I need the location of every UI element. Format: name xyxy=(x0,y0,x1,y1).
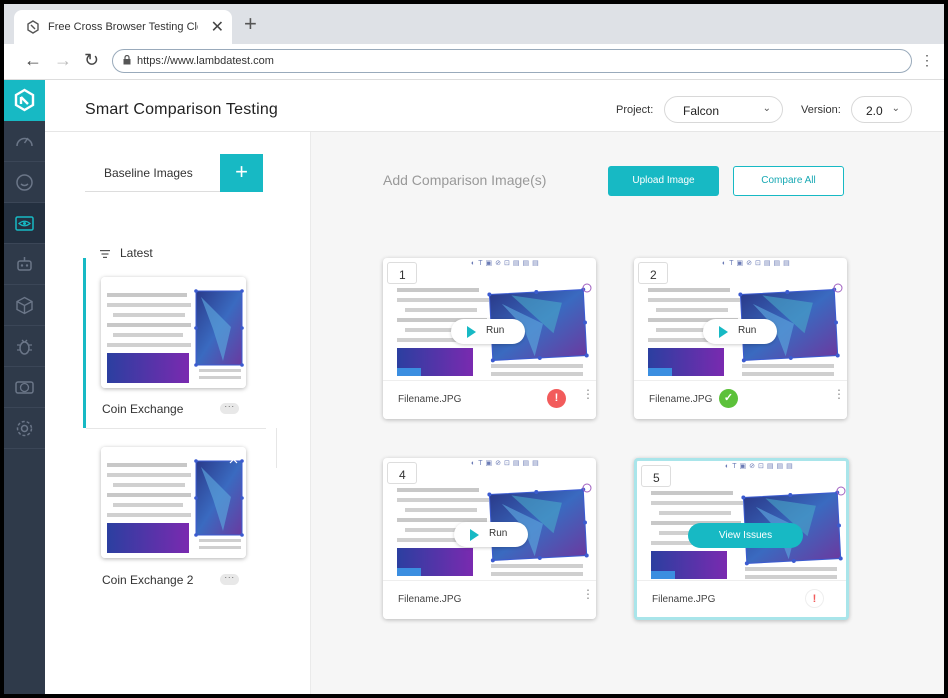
card-number: 5 xyxy=(653,471,660,485)
browser-toolbar: ← → ↻ https://www.lambdatest.com ⋮ xyxy=(4,44,944,80)
gear-icon[interactable] xyxy=(4,408,45,449)
kebab-menu-icon[interactable]: ⋮ xyxy=(833,388,845,400)
compare-all-button[interactable]: Compare All xyxy=(733,166,844,196)
run-label: Run xyxy=(738,325,757,336)
smile-icon[interactable] xyxy=(4,162,45,203)
close-icon[interactable] xyxy=(229,455,238,464)
kebab-menu-icon[interactable]: ⋮ xyxy=(582,388,594,400)
compare-icon[interactable] xyxy=(4,367,45,408)
app-sidebar xyxy=(4,80,45,694)
filename: Filename.JPG xyxy=(649,394,713,405)
tab-title: Free Cross Browser Testing Clou xyxy=(48,21,198,33)
baseline-thumbnail[interactable] xyxy=(101,277,246,388)
card-number: 4 xyxy=(399,468,406,482)
version-value: 2.0 xyxy=(866,104,883,118)
card-number-tab: 1 xyxy=(387,262,417,284)
view-issues-button[interactable]: View Issues xyxy=(688,523,803,548)
warning-status-icon: ! xyxy=(805,589,824,608)
card-number: 1 xyxy=(399,268,406,282)
baseline-name: Coin Exchange 2 xyxy=(102,573,194,587)
url-text: https://www.lambdatest.com xyxy=(137,55,274,67)
tab-close-icon[interactable]: ✕ xyxy=(211,17,224,37)
sort-label: Latest xyxy=(120,246,153,260)
version-label: Version: xyxy=(801,104,841,116)
error-status-icon: ! xyxy=(547,389,566,408)
play-icon xyxy=(470,529,479,541)
version-select[interactable]: 2.0 ⌄ xyxy=(851,96,912,123)
baseline-panel: Baseline Images + Latest Coin Exchange ·… xyxy=(45,132,311,694)
project-label: Project: xyxy=(616,104,654,116)
selected-indicator xyxy=(83,258,86,428)
new-tab-icon[interactable]: + xyxy=(244,11,257,37)
baseline-name: Coin Exchange xyxy=(102,402,184,416)
logo-icon[interactable] xyxy=(4,80,45,121)
kebab-menu-icon[interactable]: ⋮ xyxy=(582,588,594,600)
more-options-button[interactable]: ··· xyxy=(220,573,239,585)
divider xyxy=(276,428,277,468)
robot-icon[interactable] xyxy=(4,244,45,285)
project-select[interactable]: Falcon ⌄ xyxy=(664,96,783,123)
lambdatest-favicon-icon xyxy=(27,20,39,34)
sort-icon xyxy=(100,249,110,258)
browser-tab[interactable]: Free Cross Browser Testing Clou ✕ xyxy=(14,10,232,44)
speedometer-icon[interactable] xyxy=(4,121,45,162)
play-icon xyxy=(719,326,728,338)
card-number-tab: 2 xyxy=(638,262,668,284)
back-icon[interactable]: ← xyxy=(24,50,42,71)
annotation-toolbar-icon[interactable]: ◐T▣⊘⊡▤▤▤ xyxy=(725,462,796,472)
page-header: Smart Comparison Testing Project: Falcon… xyxy=(45,80,944,132)
baseline-images-header: Baseline Images xyxy=(85,154,221,192)
filename: Filename.JPG xyxy=(398,394,462,405)
comparison-card[interactable]: 2 ◐T▣⊘⊡▤▤▤ Run Filename.JPG ✓ ⋮ xyxy=(634,258,847,419)
run-button[interactable]: Run xyxy=(703,319,777,344)
run-label: Run xyxy=(489,528,508,539)
card-number-tab: 4 xyxy=(387,462,417,484)
upload-image-button[interactable]: Upload Image xyxy=(608,166,719,196)
comparison-card[interactable]: 4 ◐T▣⊘⊡▤▤▤ Run Filename.JPG ⋮ xyxy=(383,458,596,619)
annotation-toolbar-icon[interactable]: ◐T▣⊘⊡▤▤▤ xyxy=(471,459,542,469)
run-button[interactable]: Run xyxy=(454,522,528,547)
card-number-tab: 5 xyxy=(641,465,671,487)
card-footer: Filename.JPG ! ⋮ xyxy=(383,380,596,419)
comparison-area: Add Comparison Image(s) Upload Image Com… xyxy=(311,132,944,694)
card-number: 2 xyxy=(650,268,657,282)
run-label: Run xyxy=(486,325,505,336)
browser-menu-icon[interactable]: ⋮ xyxy=(920,52,934,69)
more-options-button[interactable]: ··· xyxy=(220,402,239,414)
filename: Filename.JPG xyxy=(652,594,716,605)
annotation-toolbar-icon[interactable]: ◐T▣⊘⊡▤▤▤ xyxy=(722,259,793,269)
add-comparison-label: Add Comparison Image(s) xyxy=(383,172,547,188)
filename: Filename.JPG xyxy=(398,594,462,605)
app-window: Free Cross Browser Testing Clou ✕ + ← → … xyxy=(4,4,944,694)
card-footer: Filename.JPG ⋮ xyxy=(383,580,596,619)
baseline-thumbnail[interactable] xyxy=(101,447,246,558)
chevron-down-icon: ⌄ xyxy=(762,103,771,114)
sort-latest[interactable]: Latest xyxy=(100,246,153,260)
play-icon xyxy=(467,326,476,338)
chevron-down-icon: ⌄ xyxy=(891,103,900,114)
card-footer: Filename.JPG ✓ ⋮ xyxy=(634,380,847,419)
comparison-card[interactable]: 1 ◐T▣⊘⊡▤▤▤ Run Filename.JPG ! ⋮ xyxy=(383,258,596,419)
baseline-images-label: Baseline Images xyxy=(104,166,193,180)
success-check-icon: ✓ xyxy=(719,389,738,408)
lock-icon xyxy=(123,55,131,65)
bug-icon[interactable] xyxy=(4,326,45,367)
comparison-card-selected[interactable]: 5 ◐T▣⊘⊡▤▤▤ View Issues Filename.JPG ! xyxy=(634,458,849,620)
add-baseline-button[interactable]: + xyxy=(220,154,263,192)
visual-eye-icon[interactable] xyxy=(4,203,45,244)
address-bar[interactable]: https://www.lambdatest.com xyxy=(112,49,912,73)
project-value: Falcon xyxy=(683,104,720,118)
browser-tabstrip: Free Cross Browser Testing Clou ✕ + xyxy=(4,4,944,44)
reload-icon[interactable]: ↻ xyxy=(84,50,99,71)
cube-icon[interactable] xyxy=(4,285,45,326)
divider xyxy=(86,428,266,429)
forward-icon[interactable]: → xyxy=(54,50,72,71)
card-footer: Filename.JPG ! xyxy=(637,580,846,617)
run-button[interactable]: Run xyxy=(451,319,525,344)
page-title: Smart Comparison Testing xyxy=(85,101,279,118)
annotation-toolbar-icon[interactable]: ◐T▣⊘⊡▤▤▤ xyxy=(471,259,542,269)
